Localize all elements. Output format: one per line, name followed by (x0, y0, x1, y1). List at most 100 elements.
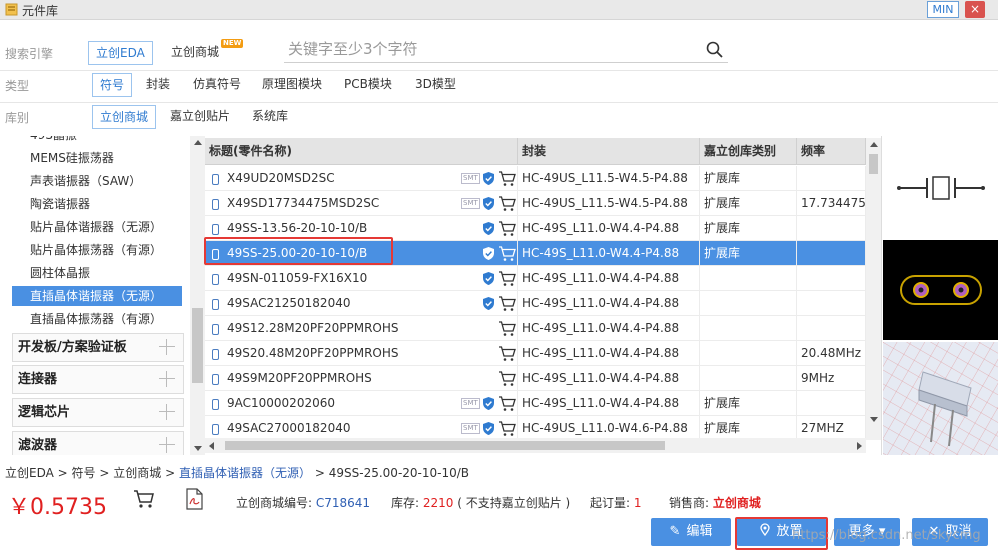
add-to-cart-icon[interactable] (498, 170, 516, 187)
tree-category-filters[interactable]: 滤波器 (12, 431, 184, 455)
add-to-cart-icon[interactable] (498, 420, 516, 437)
col-package[interactable]: 封装 (518, 138, 700, 165)
tree-item-smd-active[interactable]: 贴片晶体振荡器（有源） (30, 240, 162, 260)
selection-highlight-box (204, 237, 393, 265)
table-row[interactable]: X49UD20MSD2SC SMT HC-49US_L11.5-W4.5-P4.88… (205, 166, 866, 191)
col-category[interactable]: 嘉立创库类别 (700, 138, 797, 165)
watermark: https://blog.csdn.net/skycmg (792, 528, 981, 543)
add-to-cart-icon[interactable] (498, 245, 516, 262)
search-input[interactable] (284, 36, 728, 63)
add-to-cart-icon[interactable] (498, 295, 516, 312)
pdf-datasheet-icon[interactable] (186, 488, 203, 510)
preview-panel (881, 136, 998, 455)
smt-badge: SMT (461, 398, 480, 409)
cell-category (700, 366, 797, 391)
tree-item-saw[interactable]: 声表谐振器（SAW） (30, 171, 141, 191)
expand-plus-icon[interactable] (159, 437, 175, 453)
search-icon[interactable] (706, 41, 723, 58)
breadcrumb-separator: > (57, 466, 68, 480)
table-row[interactable]: X49SD17734475MSD2SC SMT HC-49US_L11.5-W4.5… (205, 191, 866, 216)
add-to-cart-icon[interactable] (498, 220, 516, 237)
category-tree: 49S晶振 MEMS硅振荡器 声表谐振器（SAW） 陶瓷谐振器 贴片晶体谐振器（… (0, 136, 205, 455)
type-symbol[interactable]: 符号 (92, 73, 133, 97)
col-frequency[interactable]: 频率 (797, 138, 866, 165)
table-row[interactable]: 49S20.48M20PF20PPMROHS HC-49S_L11.0-W4.4-… (205, 341, 866, 366)
scroll-left-icon[interactable] (209, 442, 214, 450)
component-table: 标题(零件名称) 封装 嘉立创库类别 频率 X49UD20MSD2SC SMT HC… (205, 136, 881, 455)
expand-plus-icon[interactable] (159, 404, 175, 420)
cell-package: HC-49S_L11.0-W4.4-P4.88 (518, 391, 700, 416)
cell-frequency (797, 316, 866, 341)
breadcrumb-item[interactable]: 立创商城 (113, 466, 161, 480)
3d-model-preview[interactable] (883, 342, 998, 455)
expand-plus-icon[interactable] (159, 339, 175, 355)
table-row[interactable]: 49S12.28M20PF20PPMROHS HC-49S_L11.0-W4.4-… (205, 316, 866, 341)
symbol-preview[interactable] (883, 138, 998, 238)
type-3d-model[interactable]: 3D模型 (408, 73, 463, 97)
tree-category-dev-boards[interactable]: 开发板/方案验证板 (12, 333, 184, 362)
engine-lceda[interactable]: 立创EDA (88, 41, 153, 65)
breadcrumb-item[interactable]: 立创EDA (5, 466, 54, 480)
col-title[interactable]: 标题(零件名称) (205, 138, 518, 165)
seller-value[interactable]: 立创商城 (713, 496, 761, 510)
close-button[interactable]: × (965, 1, 985, 18)
cell-title: 49S12.28M20PF20PPMROHS (223, 316, 518, 341)
table-row[interactable]: 49S9M20PF20PPMROHS HC-49S_L11.0-W4.4-P4.8… (205, 366, 866, 391)
symbol-icon (212, 299, 219, 310)
library-system[interactable]: 系统库 (245, 105, 295, 129)
table-row[interactable]: 49SN-011059-FX16X10 HC-49S_L11.0-W4.4-P4.… (205, 266, 866, 291)
tree-item-cylinder[interactable]: 圆柱体晶振 (30, 263, 90, 283)
tree-item-dip-active[interactable]: 直插晶体振荡器（有源） (30, 309, 162, 329)
engine-szlcsc[interactable]: 立创商城 (164, 41, 226, 65)
add-to-cart-icon[interactable] (498, 270, 516, 287)
scroll-thumb[interactable] (225, 441, 665, 450)
scroll-up-icon[interactable] (870, 142, 878, 147)
library-jlc-smt[interactable]: 嘉立创贴片 (163, 105, 237, 129)
type-schematic-module[interactable]: 原理图模块 (255, 73, 329, 97)
new-badge: NEW (221, 39, 244, 48)
table-row[interactable]: 9AC10000202060 SMT HC-49S_L11.0-W4.4-P4.88… (205, 391, 866, 416)
footprint-preview[interactable] (883, 240, 998, 340)
library-szlcsc[interactable]: 立创商城 (92, 105, 157, 129)
cell-frequency: 17.734475M (797, 191, 866, 216)
breadcrumb-item[interactable]: 直插晶体谐振器（无源） (179, 466, 311, 480)
tree-scrollbar[interactable] (190, 136, 205, 455)
part-number-value[interactable]: C718641 (316, 496, 370, 510)
add-to-cart-icon[interactable] (498, 345, 516, 362)
tree-item-partial[interactable]: 49S晶振 (30, 136, 77, 145)
verified-shield-icon (483, 297, 494, 310)
expand-plus-icon[interactable] (159, 371, 175, 387)
type-sim-symbol[interactable]: 仿真符号 (186, 73, 248, 97)
verified-shield-icon (483, 247, 494, 260)
seller: 销售商: 立创商城 (669, 494, 761, 511)
scroll-up-icon[interactable] (194, 140, 202, 145)
symbol-icon (212, 174, 219, 185)
edit-button[interactable]: ✎ 编辑 (651, 518, 731, 546)
type-pcb-module[interactable]: PCB模块 (337, 73, 399, 97)
breadcrumb-item[interactable]: 符号 (72, 466, 96, 480)
moq-label: 起订量: (590, 496, 631, 510)
table-horizontal-scrollbar[interactable] (205, 438, 866, 453)
tree-item-smd-passive[interactable]: 贴片晶体谐振器（无源） (30, 217, 162, 237)
tree-item-ceramic[interactable]: 陶瓷谐振器 (30, 194, 90, 214)
scroll-thumb[interactable] (869, 154, 878, 174)
scroll-down-icon[interactable] (870, 417, 878, 422)
add-to-cart-icon[interactable] (498, 395, 516, 412)
add-to-cart-icon[interactable] (498, 370, 516, 387)
tree-category-connectors[interactable]: 连接器 (12, 365, 184, 394)
type-footprint[interactable]: 封装 (139, 73, 177, 97)
add-to-cart-icon[interactable] (498, 195, 516, 212)
moq-value: 1 (633, 496, 642, 510)
minimize-button[interactable]: MIN (927, 1, 959, 18)
scroll-right-icon[interactable] (857, 442, 862, 450)
add-to-cart-icon[interactable] (498, 320, 516, 337)
cart-icon[interactable] (133, 489, 155, 509)
table-vertical-scrollbar[interactable] (866, 138, 881, 440)
scroll-thumb[interactable] (192, 308, 203, 383)
scroll-down-icon[interactable] (194, 446, 202, 451)
tree-category-logic[interactable]: 逻辑芯片 (12, 398, 184, 427)
cell-frequency (797, 166, 866, 191)
tree-item-mems[interactable]: MEMS硅振荡器 (30, 148, 114, 168)
tree-item-dip-passive[interactable]: 直插晶体谐振器（无源） (12, 286, 182, 306)
table-row[interactable]: 49SAC21250182040 HC-49S_L11.0-W4.4-P4.88 (205, 291, 866, 316)
